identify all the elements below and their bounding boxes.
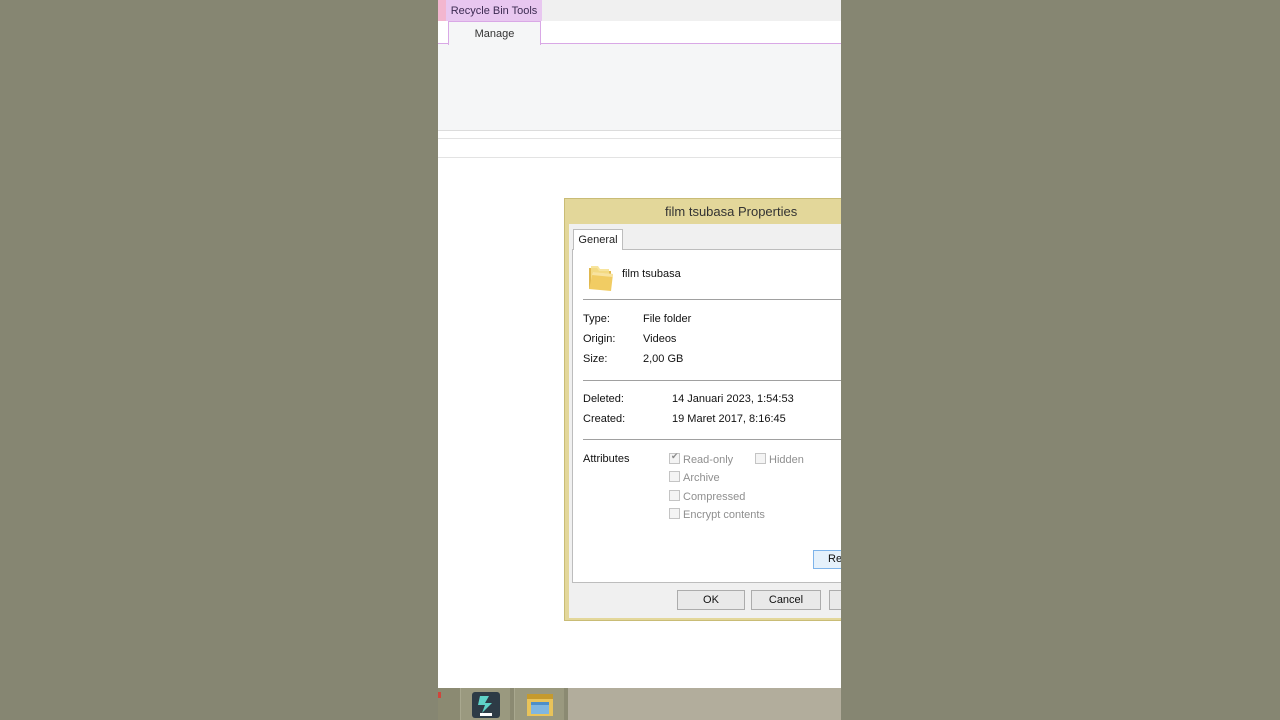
tab-manage[interactable]: Manage xyxy=(448,21,541,45)
address-bar[interactable] xyxy=(438,138,841,158)
hidden-label: Hidden xyxy=(769,454,804,466)
deleted-value: 14 Januari 2023, 1:54:53 xyxy=(672,393,794,405)
created-label: Created: xyxy=(583,413,626,425)
origin-value: Videos xyxy=(643,333,677,345)
deleted-label: Deleted: xyxy=(583,393,624,405)
ribbon-body xyxy=(438,44,841,131)
separator xyxy=(583,380,841,381)
recycle-bin-tools-tab[interactable]: Recycle Bin Tools xyxy=(446,0,542,21)
read-only-checkbox[interactable] xyxy=(669,451,680,464)
size-label: Size: xyxy=(583,353,608,365)
archive-checkbox[interactable] xyxy=(669,471,680,482)
properties-dialog: film tsubasa Properties General film tsu… xyxy=(564,198,841,621)
separator xyxy=(583,439,841,440)
cancel-button[interactable]: Cancel xyxy=(751,590,821,610)
restore-button[interactable]: Re xyxy=(813,550,841,569)
tab-general[interactable]: General xyxy=(573,229,623,250)
hidden-checkbox[interactable] xyxy=(755,453,766,464)
size-value: 2,00 GB xyxy=(643,353,684,365)
attributes-label: Attributes xyxy=(583,453,630,465)
archive-label: Archive xyxy=(683,472,720,484)
filmora-icon xyxy=(472,692,500,718)
item-name: film tsubasa xyxy=(622,268,681,280)
encrypt-label: Encrypt contents xyxy=(683,509,765,521)
read-only-label: Read-only xyxy=(683,454,734,466)
created-value: 19 Maret 2017, 8:16:45 xyxy=(672,413,786,425)
folder-icon xyxy=(589,266,613,291)
compressed-checkbox[interactable] xyxy=(669,490,680,501)
separator xyxy=(583,299,841,300)
context-indicator xyxy=(438,0,446,21)
dialog-body: General film tsubasa Type: File folder O… xyxy=(569,224,841,618)
file-explorer-icon xyxy=(527,694,553,716)
explorer-window: Recycle Bin Tools Manage film tsubasa Pr… xyxy=(438,0,841,720)
compressed-label: Compressed xyxy=(683,491,746,503)
taskbar-indicator xyxy=(438,692,441,698)
taskbar-background xyxy=(568,688,841,720)
file-explorer-taskbar-button[interactable] xyxy=(514,688,564,720)
dialog-title[interactable]: film tsubasa Properties xyxy=(565,199,841,224)
type-value: File folder xyxy=(643,313,692,325)
type-label: Type: xyxy=(583,313,610,325)
filmora-taskbar-button[interactable] xyxy=(460,688,510,720)
general-panel: film tsubasa Type: File folder Origin: V… xyxy=(572,249,841,583)
origin-label: Origin: xyxy=(583,333,616,345)
apply-button[interactable] xyxy=(829,590,841,610)
taskbar xyxy=(438,688,841,720)
encrypt-checkbox[interactable] xyxy=(669,508,680,519)
ok-button[interactable]: OK xyxy=(677,590,745,610)
